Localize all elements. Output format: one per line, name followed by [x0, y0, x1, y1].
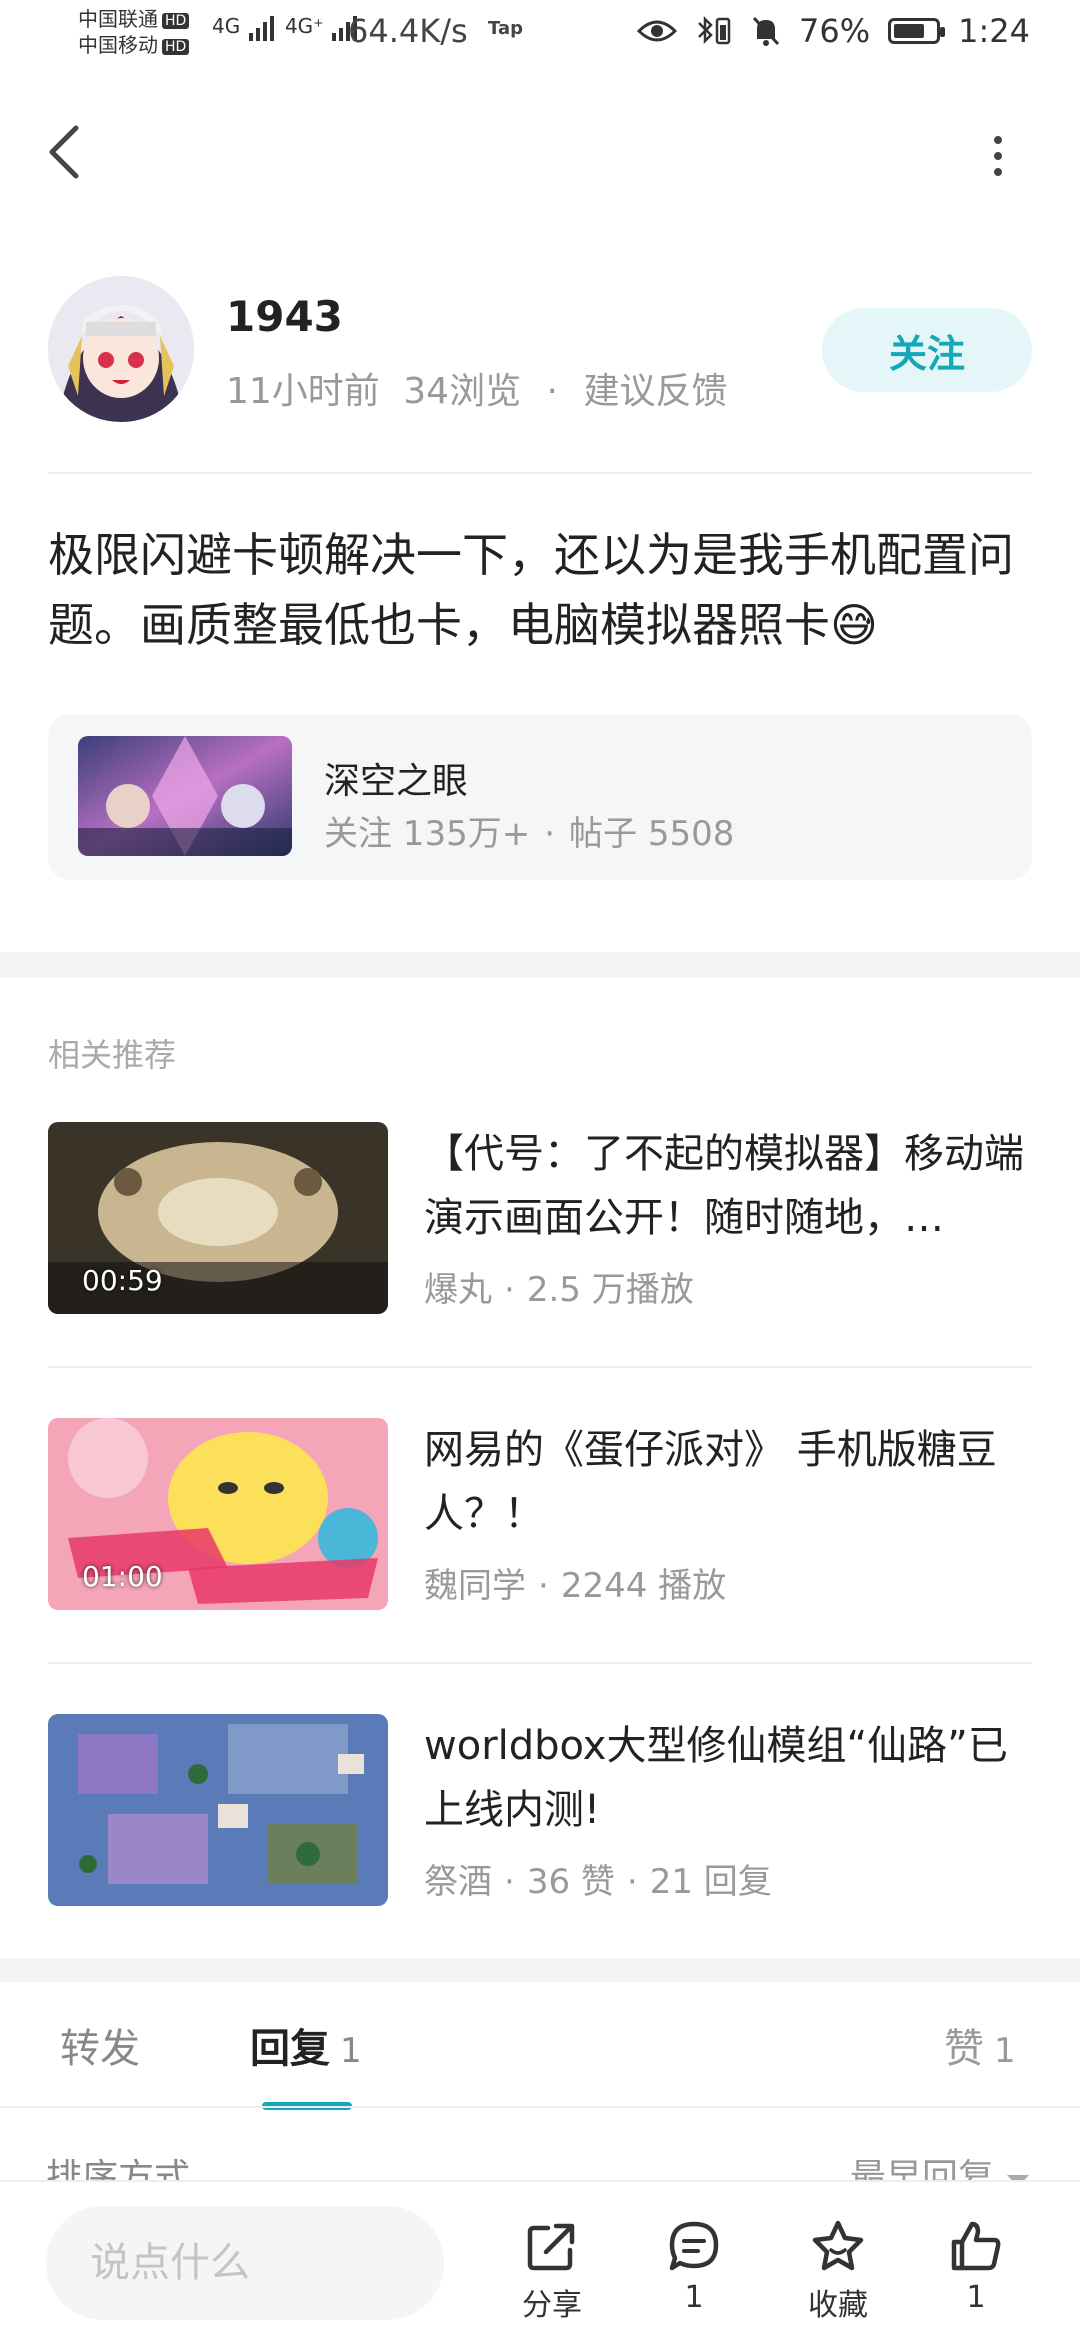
favorite-label: 收藏 [808, 2288, 868, 2323]
signal-bars-icon [248, 15, 274, 41]
post-time: 11小时前 [226, 371, 380, 412]
game-posts: 帖子 5508 [569, 814, 735, 854]
more-vertical-icon [994, 136, 1002, 176]
back-button[interactable] [44, 122, 84, 182]
related-meta: 爆丸 · 2.5 万播放 [424, 1262, 694, 1311]
status-bar: 中国联通 HD 中国移动 HD 4G 4G⁺ 64.4K/s Tap 76% 1:2… [0, 0, 1080, 72]
battery-icon [888, 18, 946, 44]
author-avatar[interactable] [48, 276, 194, 422]
post-meta: 11小时前 34浏览 · 建议反馈 [226, 362, 727, 414]
clock: 1:24 [958, 12, 1030, 50]
avatar-illustration [48, 276, 194, 422]
separator-dot: · [504, 1270, 515, 1310]
related-stats: 2.5 万播放 [526, 1270, 694, 1310]
related-item[interactable]: worldbox大型修仙模组“仙路”已上线内测! 祭酒 · 36 赞 · 21 回复 [48, 1714, 1032, 1910]
carrier-1: 中国联通 [78, 7, 158, 31]
related-meta: 魏同学 · 2244 播放 [424, 1558, 726, 1607]
related-title: worldbox大型修仙模组“仙路”已上线内测! [424, 1723, 1008, 1833]
feedback-link[interactable]: 建议反馈 [583, 371, 727, 412]
like-count: 1 [966, 2280, 986, 2315]
post-content: 极限闪避卡顿解决一下，还以为是我手机配置问题。画质整最低也卡，电脑模拟器照卡😅 [48, 528, 1014, 652]
video-duration: 00:59 [82, 1264, 163, 1297]
tab-reply-count: 1 [340, 2031, 362, 2071]
eye-icon [637, 20, 678, 42]
tab-repost[interactable]: 转发 [60, 2016, 140, 2074]
carrier-info: 中国联通 HD 中国移动 HD [78, 6, 190, 58]
star-icon [812, 2220, 864, 2271]
divider [0, 2106, 1080, 2108]
game-card[interactable]: 深空之眼 关注 135万+ · 帖子 5508 [48, 714, 1032, 880]
section-divider [0, 1958, 1080, 1982]
bluetooth-icon [698, 15, 731, 45]
network-type-2: 4G⁺ [284, 14, 324, 38]
related-stats: 36 赞 [526, 1862, 615, 1902]
follow-button[interactable]: 关注 [822, 308, 1032, 392]
game-name: 深空之眼 [324, 761, 469, 802]
related-item[interactable]: 00:59 【代号：了不起的模拟器】移动端演示画面公开！随时随地，… 爆丸 · 2.… [48, 1122, 1032, 1318]
share-button[interactable]: 分享 [502, 2218, 602, 2324]
status-right: 76% 1:24 [637, 12, 1030, 50]
related-item[interactable]: 01:00 网易的《蛋仔派对》 手机版糖豆人？！ 魏同学 · 2244 播放 [48, 1418, 1032, 1614]
separator-dot: · [538, 1566, 549, 1606]
video-duration: 01:00 [82, 1560, 163, 1593]
related-stats: 2244 播放 [560, 1566, 727, 1606]
view-count: 34浏览 [403, 371, 522, 412]
comment-count: 1 [684, 2280, 704, 2315]
related-meta: 祭酒 · 36 赞 · 21 回复 [424, 1854, 772, 1903]
related-author: 爆丸 [424, 1270, 492, 1310]
game-cover-image [78, 736, 292, 856]
divider [48, 472, 1032, 474]
comment-button[interactable]: 1 [644, 2218, 744, 2315]
tab-reply[interactable]: 回复 1 [250, 2016, 362, 2074]
section-divider [0, 952, 1080, 978]
post-thumbnail [48, 1714, 388, 1906]
mute-bell-icon [752, 16, 780, 46]
thumbnail-image [48, 1714, 388, 1906]
separator-dot: · [504, 1862, 515, 1902]
carrier-2: 中国移动 [78, 33, 158, 57]
video-thumbnail: 01:00 [48, 1418, 388, 1610]
more-options-button[interactable] [986, 132, 1010, 180]
game-thumbnail [78, 736, 292, 856]
game-stats: 关注 135万+ · 帖子 5508 [324, 806, 734, 855]
favorite-button[interactable]: 收藏 [788, 2218, 888, 2324]
related-title: 【代号：了不起的模拟器】移动端演示画面公开！随时随地，… [424, 1131, 1024, 1241]
battery-fill [894, 24, 925, 38]
signal-icon: 4G 4G⁺ [212, 14, 362, 41]
comment-input[interactable] [46, 2206, 444, 2320]
thumbs-up-icon [951, 2221, 1001, 2271]
network-type-1: 4G [212, 14, 241, 38]
related-author: 魏同学 [424, 1566, 526, 1606]
tap-indicator: Tap [488, 18, 523, 39]
bottom-action-bar: 分享 1 收藏 1 [0, 2180, 1080, 2342]
like-button[interactable]: 1 [926, 2218, 1026, 2315]
hd-badge: HD [162, 12, 190, 29]
related-author: 祭酒 [424, 1862, 492, 1902]
share-icon [527, 2223, 575, 2271]
separator-dot: · [626, 1862, 638, 1902]
tab-likes[interactable]: 赞1 [944, 2016, 1016, 2074]
comment-bubble-icon [669, 2221, 719, 2271]
separator-dot: · [546, 371, 558, 412]
share-label: 分享 [522, 2288, 582, 2323]
separator-dot: · [544, 814, 556, 854]
video-thumbnail: 00:59 [48, 1122, 388, 1314]
tab-likes-label: 赞 [944, 2026, 984, 2072]
network-speed: 64.4K/s [348, 12, 468, 50]
hd-badge: HD [162, 38, 190, 55]
related-stats-2: 21 回复 [649, 1862, 772, 1902]
battery-percent: 76% [799, 12, 871, 50]
chevron-left-icon [49, 125, 79, 179]
author-name[interactable]: 1943 [226, 292, 343, 341]
tab-reply-label: 回复 [250, 2026, 330, 2072]
related-heading: 相关推荐 [48, 1036, 177, 1074]
related-title: 网易的《蛋仔派对》 手机版糖豆人？！ [424, 1427, 997, 1537]
divider [48, 1662, 1032, 1664]
divider [48, 1366, 1032, 1368]
game-followers: 关注 135万+ [324, 814, 531, 854]
tab-likes-count: 1 [994, 2031, 1016, 2071]
